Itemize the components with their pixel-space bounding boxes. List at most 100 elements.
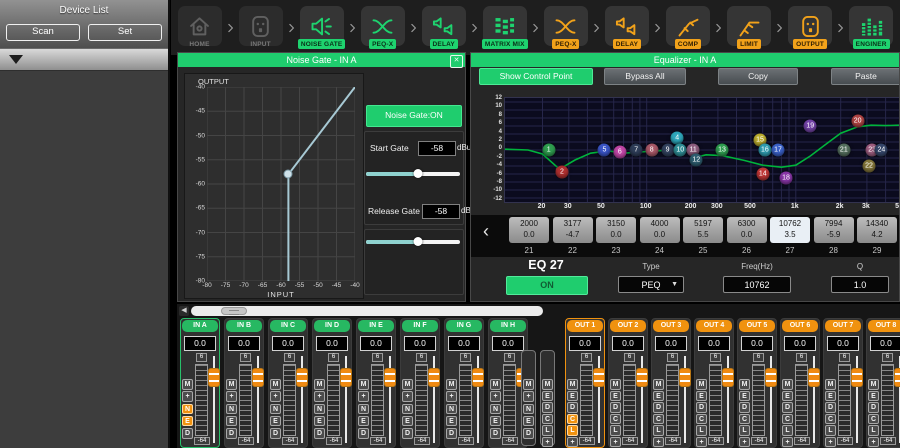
- band-cell-29[interactable]: 143404.2: [857, 217, 897, 243]
- strip-button-n[interactable]: N: [490, 404, 501, 415]
- strip-button-m[interactable]: M: [182, 379, 193, 390]
- eq-point-6[interactable]: 6: [613, 146, 626, 159]
- strip-button-e[interactable]: E: [523, 416, 534, 427]
- eq-point-18[interactable]: 18: [780, 172, 793, 185]
- toolbar-item-delay[interactable]: DELAY: [603, 6, 650, 49]
- eq-point-4[interactable]: 4: [671, 132, 684, 145]
- channel-gain-value[interactable]: 0.0: [316, 336, 348, 351]
- channel-label[interactable]: OUT 2: [610, 320, 646, 332]
- strip-button-d[interactable]: D: [523, 428, 534, 439]
- fader-handle[interactable]: [208, 368, 220, 387]
- strip-button-c[interactable]: C: [653, 414, 664, 425]
- strip-button-e[interactable]: E: [490, 416, 501, 427]
- strip-button-m[interactable]: M: [314, 379, 325, 390]
- strip-button-m[interactable]: M: [490, 379, 501, 390]
- strip-button-plus[interactable]: +: [182, 391, 193, 402]
- release-gate-value[interactable]: -58: [422, 204, 460, 219]
- strip-button-plus[interactable]: +: [610, 437, 621, 448]
- strip-button-d[interactable]: D: [402, 428, 413, 439]
- copy-button[interactable]: Copy: [718, 68, 798, 85]
- channel-gain-value[interactable]: 0.0: [569, 336, 601, 351]
- strip-button-e[interactable]: E: [825, 391, 836, 402]
- strip-button-n[interactable]: N: [182, 404, 193, 415]
- strip-button-c[interactable]: C: [567, 414, 578, 425]
- channel-gain-value[interactable]: 0.0: [655, 336, 687, 351]
- strip-button-d[interactable]: D: [739, 402, 750, 413]
- fader-handle[interactable]: [384, 368, 396, 387]
- strip-button-plus[interactable]: +: [446, 391, 457, 402]
- strip-button-m[interactable]: M: [610, 379, 621, 390]
- scan-button[interactable]: Scan: [6, 24, 80, 41]
- strip-button-m[interactable]: M: [402, 379, 413, 390]
- strip-button-plus[interactable]: +: [358, 391, 369, 402]
- q-field[interactable]: 1.0: [831, 276, 889, 293]
- mixer-scroll-left-icon[interactable]: ◀: [179, 306, 189, 316]
- strip-button-e[interactable]: E: [610, 391, 621, 402]
- fader-handle[interactable]: [296, 368, 308, 387]
- toolbar-item-comp[interactable]: COMP: [665, 6, 712, 49]
- strip-button-e[interactable]: E: [739, 391, 750, 402]
- strip-button-c[interactable]: C: [868, 414, 879, 425]
- eq-point-24[interactable]: 24: [875, 144, 888, 157]
- strip-button-n[interactable]: N: [270, 404, 281, 415]
- channel-label[interactable]: OUT 8: [868, 320, 900, 332]
- mixer-scrollbar[interactable]: [191, 306, 543, 316]
- eq-point-8[interactable]: 8: [645, 144, 658, 157]
- fader-handle[interactable]: [679, 368, 691, 387]
- strip-button-n[interactable]: N: [523, 404, 534, 415]
- eq-point-7[interactable]: 7: [630, 144, 643, 157]
- channel-label[interactable]: OUT 6: [782, 320, 818, 332]
- band-cell-28[interactable]: 7994-5.9: [814, 217, 854, 243]
- fader-handle[interactable]: [722, 368, 734, 387]
- strip-button-l[interactable]: L: [610, 425, 621, 436]
- strip-button-m[interactable]: M: [358, 379, 369, 390]
- strip-button-plus[interactable]: +: [825, 437, 836, 448]
- channel-label[interactable]: IN B: [226, 320, 262, 332]
- channel-gain-value[interactable]: 0.0: [448, 336, 480, 351]
- channel-label[interactable]: IN G: [446, 320, 482, 332]
- strip-button-m[interactable]: M: [523, 379, 534, 390]
- toolbar-item-input[interactable]: INPUT: [237, 6, 284, 49]
- strip-button-m[interactable]: M: [739, 379, 750, 390]
- device-list-expander[interactable]: [0, 48, 168, 71]
- strip-button-plus[interactable]: +: [314, 391, 325, 402]
- channel-label[interactable]: IN H: [490, 320, 526, 332]
- strip-button-m[interactable]: M: [270, 379, 281, 390]
- band-cell-24[interactable]: 40000.0: [640, 217, 680, 243]
- channel-label[interactable]: IN C: [270, 320, 306, 332]
- eq-point-16[interactable]: 16: [758, 144, 771, 157]
- strip-button-d[interactable]: D: [610, 402, 621, 413]
- freq-field[interactable]: 10762: [723, 276, 791, 293]
- strip-button-m[interactable]: M: [542, 379, 553, 390]
- strip-button-d[interactable]: D: [226, 428, 237, 439]
- eq-point-2[interactable]: 2: [555, 166, 568, 179]
- strip-button-e[interactable]: E: [402, 416, 413, 427]
- strip-button-c[interactable]: C: [696, 414, 707, 425]
- eq-point-5[interactable]: 5: [598, 144, 611, 157]
- eq-point-10[interactable]: 10: [674, 144, 687, 157]
- strip-button-e[interactable]: E: [270, 416, 281, 427]
- show-control-point-button[interactable]: Show Control Point: [479, 68, 593, 85]
- fader-handle[interactable]: [593, 368, 605, 387]
- band-cell-27[interactable]: 107623.5: [770, 217, 810, 243]
- close-icon[interactable]: ✕: [450, 55, 463, 68]
- strip-button-e[interactable]: E: [358, 416, 369, 427]
- strip-button-c[interactable]: C: [782, 414, 793, 425]
- band-cell-22[interactable]: 3177-4.7: [553, 217, 593, 243]
- channel-gain-value[interactable]: 0.0: [827, 336, 859, 351]
- eq-on-button[interactable]: ON: [506, 276, 588, 295]
- strip-button-l[interactable]: L: [653, 425, 664, 436]
- strip-button-d[interactable]: D: [825, 402, 836, 413]
- strip-button-m[interactable]: M: [226, 379, 237, 390]
- band-cell-21[interactable]: 20000.0: [509, 217, 549, 243]
- strip-button-d[interactable]: D: [782, 402, 793, 413]
- strip-button-e[interactable]: E: [567, 391, 578, 402]
- strip-button-d[interactable]: D: [358, 428, 369, 439]
- strip-button-plus[interactable]: +: [782, 437, 793, 448]
- strip-button-l[interactable]: L: [567, 425, 578, 436]
- fader-handle[interactable]: [340, 368, 352, 387]
- strip-button-m[interactable]: M: [696, 379, 707, 390]
- toolbar-item-peq-x[interactable]: PEQ-X: [359, 6, 406, 49]
- strip-button-e[interactable]: E: [314, 416, 325, 427]
- toolbar-item-peq-x[interactable]: PEQ-X: [542, 6, 589, 49]
